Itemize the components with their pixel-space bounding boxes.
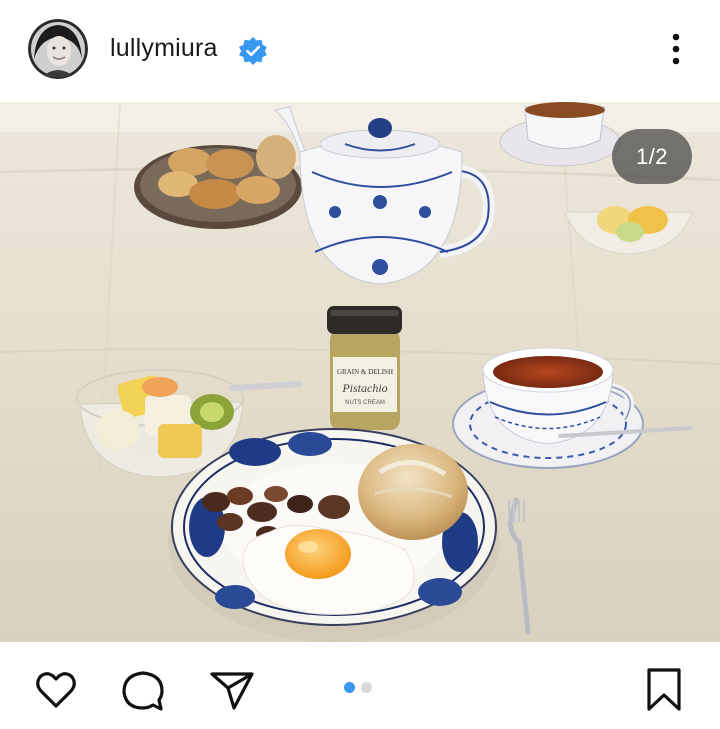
comment-icon[interactable] bbox=[119, 666, 167, 714]
heart-icon[interactable] bbox=[32, 666, 80, 714]
verified-badge-icon bbox=[238, 36, 268, 66]
more-vertical-icon[interactable] bbox=[662, 30, 690, 70]
bookmark-icon[interactable] bbox=[640, 666, 688, 714]
svg-text:Pistachio: Pistachio bbox=[341, 381, 387, 395]
carousel-dot bbox=[361, 682, 372, 693]
post-header: lullymiura bbox=[0, 0, 720, 102]
carousel-dot-active bbox=[344, 682, 355, 693]
avatar[interactable] bbox=[28, 19, 88, 79]
svg-text:NUTS CREAM: NUTS CREAM bbox=[345, 400, 385, 406]
carousel-indicator bbox=[344, 682, 372, 693]
action-bar bbox=[0, 642, 720, 729]
image-counter: 1/2 bbox=[612, 129, 692, 184]
post-photo[interactable]: GRAIN & DELISH Pistachio NUTS CREAM bbox=[0, 102, 720, 642]
share-paper-plane-icon[interactable] bbox=[208, 666, 256, 714]
svg-text:GRAIN & DELISH: GRAIN & DELISH bbox=[337, 368, 393, 376]
username[interactable]: lullymiura bbox=[110, 34, 218, 63]
